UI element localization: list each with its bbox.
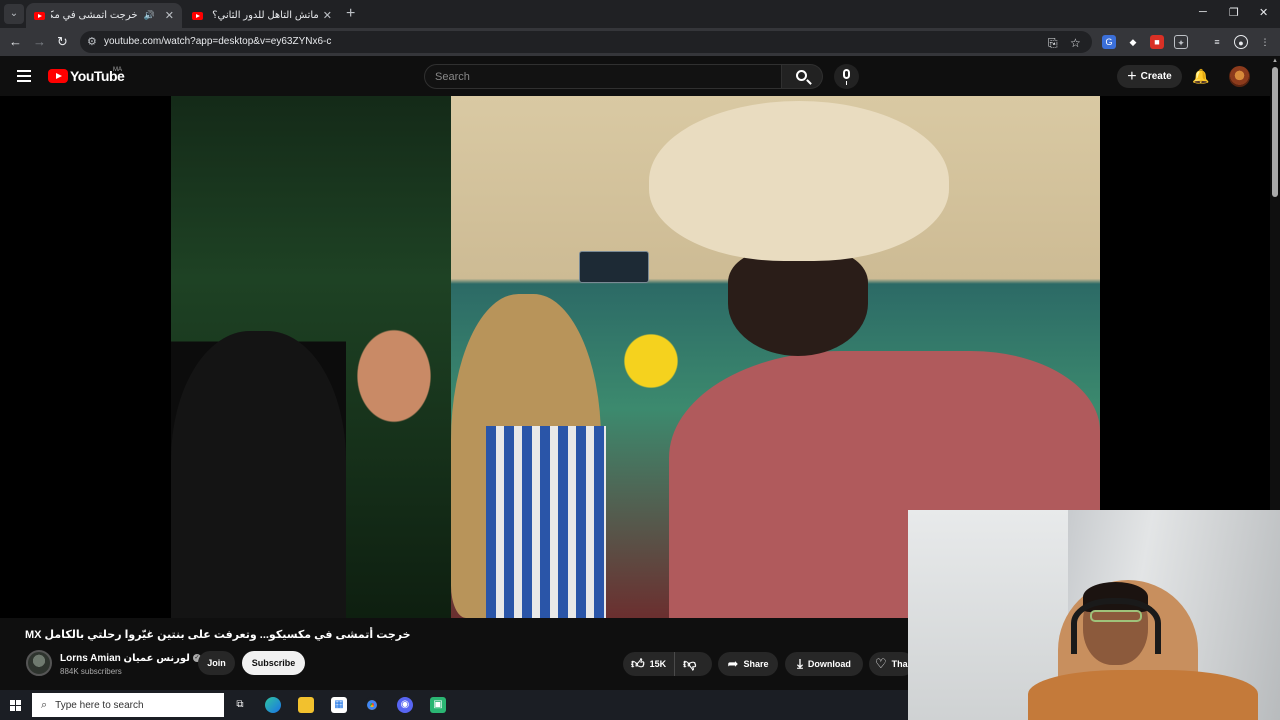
video-person-middle-top xyxy=(486,426,606,618)
video-person-right-hat xyxy=(649,101,949,261)
discord-icon[interactable]: ◉ xyxy=(397,697,413,713)
webcam-person-hoodie xyxy=(1028,670,1258,720)
join-button[interactable]: Join xyxy=(198,651,235,675)
extension-red-icon[interactable]: ■ xyxy=(1150,35,1164,49)
extensions-puzzle-icon[interactable]: ✦ xyxy=(1174,35,1188,49)
reload-icon[interactable]: ↻ xyxy=(57,34,68,50)
headphones-icon xyxy=(1071,598,1161,654)
webcam-overlay xyxy=(908,510,1280,720)
browser-tab-bar: ⌄ خرجت أتمشى في مكسيكو... وتعرفت على بنت… xyxy=(0,0,1280,28)
scroll-up-arrow-icon[interactable]: ▲ xyxy=(1272,58,1278,64)
share-arrow-icon: ➦ xyxy=(727,656,739,671)
subscriber-count: 884K subscribers xyxy=(60,667,122,676)
taskbar-search-placeholder: Type here to search xyxy=(55,699,144,711)
tab-close-icon[interactable]: ✕ xyxy=(323,9,332,22)
menu-icon[interactable] xyxy=(17,70,31,82)
dislike-button[interactable]: 👎︎ xyxy=(675,656,706,672)
new-tab-button[interactable]: + xyxy=(346,5,355,23)
translate-extension-icon[interactable]: G xyxy=(1102,35,1116,49)
file-explorer-icon[interactable] xyxy=(298,697,314,713)
restore-icon[interactable]: ❐ xyxy=(1229,6,1239,19)
tab-search-button[interactable]: ⌄ xyxy=(4,4,24,24)
search-icon: ⌕ xyxy=(41,698,48,711)
thumbs-down-icon: 👎︎ xyxy=(683,656,697,671)
speaker-icon[interactable]: 🔊 xyxy=(144,10,155,21)
profile-icon[interactable]: ● xyxy=(1234,35,1248,49)
browser-toolbar: ← → ↻ ⚙ youtube.com/watch?app=desktop&v=… xyxy=(0,28,1280,56)
forward-icon[interactable]: → xyxy=(33,34,46,49)
store-icon[interactable]: ▦ xyxy=(331,697,347,713)
video-person-left xyxy=(171,331,346,618)
plus-icon: + xyxy=(1127,67,1137,85)
download-icon: ⤓ xyxy=(797,656,803,671)
thanks-label: Tha xyxy=(891,659,908,669)
tab-close-icon[interactable]: ✕ xyxy=(165,9,174,22)
thumbs-up-icon: 👍︎ xyxy=(631,656,645,671)
youtube-masthead: YouTube MA + Create 🔔 xyxy=(0,56,1280,96)
share-button[interactable]: ➦ Share xyxy=(718,652,778,676)
search-input[interactable] xyxy=(425,65,781,88)
microphone-icon xyxy=(843,69,850,85)
back-icon[interactable]: ← xyxy=(9,34,22,49)
edge-icon[interactable] xyxy=(265,697,281,713)
window-close-icon[interactable]: ✕ xyxy=(1259,6,1268,19)
create-button[interactable]: + Create xyxy=(1117,65,1182,88)
account-avatar[interactable] xyxy=(1229,66,1250,87)
windows-start-icon[interactable] xyxy=(10,700,21,711)
taskbar-search-box[interactable]: ⌕ Type here to search xyxy=(32,693,224,717)
url-text[interactable]: youtube.com/watch?app=desktop&v=ey63ZYNx… xyxy=(104,36,331,47)
chrome-menu-icon[interactable]: ⋮ xyxy=(1258,35,1272,49)
youtube-favicon-icon xyxy=(34,11,45,20)
tab-title: ماتش التأهل للدور الثاني؟ التشك... xyxy=(209,10,319,21)
youtube-favicon-icon xyxy=(192,11,203,20)
scrollbar-thumb[interactable] xyxy=(1272,67,1278,197)
thanks-heart-icon: ♡ xyxy=(875,656,887,671)
site-info-icon[interactable]: ⚙ xyxy=(87,35,97,48)
like-count: 15K xyxy=(649,659,667,669)
video-person-right-face xyxy=(728,251,868,356)
channel-name[interactable]: Lorns Amian لورنس عمیان xyxy=(60,653,190,664)
windows-taskbar: ⌕ Type here to search ⧉ ▦ ◉ ▣ xyxy=(0,690,908,720)
video-title: خرجت أتمشى في مكسيكو... وتعرفت على بنتين… xyxy=(25,629,411,641)
chrome-icon[interactable] xyxy=(364,697,380,713)
street-sign xyxy=(579,251,649,283)
install-app-icon[interactable]: ⎘ xyxy=(1048,36,1058,51)
extension-diamond-icon[interactable]: ◆ xyxy=(1126,35,1140,49)
task-view-icon[interactable]: ⧉ xyxy=(232,697,248,713)
voice-search-button[interactable] xyxy=(834,64,859,89)
minimize-icon[interactable]: ─ xyxy=(1199,6,1207,18)
tab-active[interactable]: خرجت أتمشى في مكسيكو... وتعرفت على بنتين… xyxy=(26,3,182,28)
region-code: MA xyxy=(113,67,122,73)
channel-name-row[interactable]: Lorns Amian لورنس عمیان ✓ xyxy=(60,653,201,664)
download-button[interactable]: ⤓ Download xyxy=(785,652,863,676)
app-icon[interactable]: ▣ xyxy=(430,697,446,713)
search-icon xyxy=(796,70,807,81)
like-dislike-group: 👍︎ 15K 👎︎ xyxy=(623,652,712,676)
subscribe-button[interactable]: Subscribe xyxy=(242,651,305,675)
tab-inactive[interactable]: ماتش التأهل للدور الثاني؟ التشك... ✕ xyxy=(184,3,340,28)
share-label: Share xyxy=(743,659,769,669)
youtube-logo-icon[interactable] xyxy=(48,69,68,83)
search-button[interactable] xyxy=(782,64,823,89)
address-bar[interactable]: ⚙ youtube.com/watch?app=desktop&v=ey63ZY… xyxy=(80,31,1092,53)
like-button[interactable]: 👍︎ 15K xyxy=(623,652,676,676)
create-label: Create xyxy=(1140,71,1172,82)
bookmark-star-icon[interactable]: ☆ xyxy=(1070,36,1081,50)
search-box[interactable] xyxy=(424,64,782,89)
download-label: Download xyxy=(807,659,851,669)
channel-avatar[interactable] xyxy=(26,650,52,676)
media-control-icon[interactable]: ≡ xyxy=(1210,35,1224,49)
tab-title: خرجت أتمشى في مكسيكو... وتعرفت على بنتين… xyxy=(51,10,138,21)
notifications-bell-icon[interactable]: 🔔 xyxy=(1192,68,1209,85)
